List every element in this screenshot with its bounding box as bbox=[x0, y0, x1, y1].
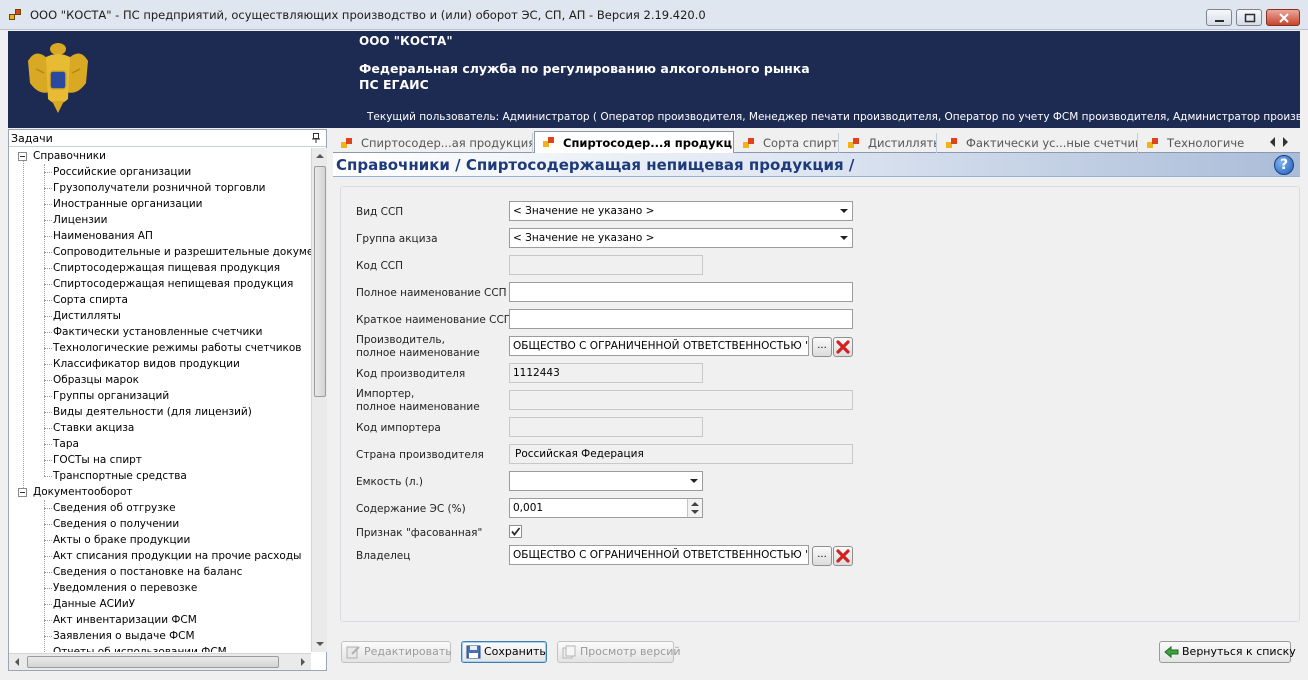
content-label: Содержание ЭС (%) bbox=[356, 503, 466, 515]
breadcrumb: Справочники / Спиртосодержащая непищевая… bbox=[336, 156, 855, 174]
stepper-buttons[interactable] bbox=[687, 499, 702, 517]
scroll-right-icon[interactable] bbox=[301, 658, 309, 666]
short-name-input[interactable] bbox=[509, 309, 853, 329]
delete-icon bbox=[836, 549, 850, 563]
producer-code-label: Код производителя bbox=[356, 368, 466, 380]
tasks-tree: Справочники Российские организации Грузо… bbox=[9, 148, 311, 652]
full-name-label: Полное наименование ССП bbox=[356, 287, 507, 299]
back-to-list-button[interactable]: Вернуться к списку bbox=[1159, 641, 1296, 663]
owner-clear-button[interactable] bbox=[833, 546, 853, 566]
tasks-panel-header: Задачи bbox=[9, 130, 326, 147]
importer-label-line1: Импортер, bbox=[356, 388, 415, 400]
tab-icon bbox=[1147, 138, 1159, 149]
banner-system: ПС ЕГАИС bbox=[359, 77, 429, 92]
emblem-icon bbox=[28, 43, 88, 113]
content-stepper[interactable]: 0,001 bbox=[509, 498, 703, 518]
chevron-down-icon bbox=[840, 236, 848, 240]
tab-icon bbox=[743, 138, 755, 149]
packed-label: Признак "фасованная" bbox=[356, 527, 483, 539]
close-window-button[interactable] bbox=[1266, 9, 1300, 26]
collapse-icon[interactable] bbox=[18, 152, 27, 161]
importer-code-field bbox=[509, 417, 703, 437]
producer-clear-button[interactable] bbox=[833, 337, 853, 357]
scroll-down-icon[interactable] bbox=[316, 642, 324, 650]
back-arrow-icon bbox=[1164, 645, 1179, 659]
owner-browse-button[interactable]: ... bbox=[812, 546, 832, 566]
maximize-button[interactable] bbox=[1236, 9, 1262, 26]
tasks-horizontal-scrollbar[interactable] bbox=[9, 653, 311, 670]
tab-distillyaty[interactable]: Дистилляты bbox=[840, 133, 937, 153]
gruppa-akciza-select[interactable]: < Значение не указано > bbox=[509, 228, 853, 248]
tab-schetchiki[interactable]: Фактически ус...ные счетчики bbox=[938, 133, 1138, 153]
full-name-input[interactable] bbox=[509, 282, 853, 302]
scroll-left-icon[interactable] bbox=[11, 658, 19, 666]
scroll-thumb[interactable] bbox=[314, 166, 326, 397]
tree-group-label: Документооборот bbox=[33, 486, 133, 498]
short-name-label: Краткое наименование ССП bbox=[356, 314, 512, 326]
tasks-panel: Задачи Справочники Российские организаци… bbox=[8, 129, 327, 671]
header-banner: ООО "КОСТА" Федеральная служба по регули… bbox=[8, 31, 1300, 128]
tab-scroll-left-icon[interactable] bbox=[1265, 137, 1275, 147]
country-label: Страна производителя bbox=[356, 449, 484, 461]
producer-field[interactable]: ОБЩЕСТВО С ОГРАНИЧЕННОЙ ОТВЕТСТВЕННОСТЬЮ… bbox=[509, 336, 809, 356]
tab-scroll-right-icon[interactable] bbox=[1283, 137, 1293, 147]
banner-service: Федеральная служба по регулированию алко… bbox=[359, 61, 810, 76]
importer-code-label: Код импортера bbox=[356, 422, 441, 434]
banner-org: ООО "КОСТА" bbox=[359, 34, 453, 48]
vid-ssp-label: Вид ССП bbox=[356, 206, 404, 218]
view-versions-button[interactable]: Просмотр версий bbox=[557, 641, 681, 663]
owner-field[interactable]: ОБЩЕСТВО С ОГРАНИЧЕННОЙ ОТВЕТСТВЕННОСТЬЮ… bbox=[509, 545, 809, 565]
tree-group-label: Справочники bbox=[33, 150, 106, 162]
producer-browse-button[interactable]: ... bbox=[812, 337, 832, 357]
tab-ssp-pishevaya[interactable]: Спиртосодер...ая продукция bbox=[333, 133, 533, 153]
producer-code-field: 1112443 bbox=[509, 363, 703, 383]
chevron-down-icon bbox=[690, 479, 698, 483]
importer-field bbox=[509, 390, 853, 410]
packed-checkbox[interactable] bbox=[509, 525, 522, 538]
capacity-label: Емкость (л.) bbox=[356, 476, 423, 488]
edit-button[interactable]: Редактировать bbox=[341, 641, 452, 663]
window-title: ООО "КОСТА" - ПС предприятий, осуществля… bbox=[30, 8, 706, 22]
versions-icon bbox=[562, 645, 576, 659]
owner-label: Владелец bbox=[356, 550, 411, 562]
vid-ssp-select[interactable]: < Значение не указано > bbox=[509, 201, 853, 221]
kod-ssp-label: Код ССП bbox=[356, 260, 404, 272]
producer-label-line2: полное наименование bbox=[356, 347, 480, 359]
tasks-vertical-scrollbar[interactable] bbox=[311, 148, 327, 652]
kod-ssp-field bbox=[509, 255, 703, 275]
help-icon[interactable]: ? bbox=[1274, 155, 1294, 175]
gruppa-akciza-label: Группа акциза bbox=[356, 233, 438, 245]
window-title-bar[interactable]: ООО "КОСТА" - ПС предприятий, осуществля… bbox=[0, 0, 1308, 30]
chevron-down-icon bbox=[840, 209, 848, 213]
scroll-up-icon[interactable] bbox=[316, 150, 324, 158]
save-button[interactable]: Сохранить bbox=[461, 641, 547, 663]
country-field: Российская Федерация bbox=[509, 444, 853, 464]
tab-icon bbox=[946, 138, 958, 149]
tasks-panel-title: Задачи bbox=[11, 132, 53, 145]
tab-tehnologicheskie[interactable]: Технологиче bbox=[1139, 133, 1261, 153]
minimize-button[interactable] bbox=[1206, 9, 1232, 26]
capacity-select[interactable] bbox=[509, 471, 703, 491]
delete-icon bbox=[836, 340, 850, 354]
scroll-thumb[interactable] bbox=[27, 656, 279, 668]
tab-icon bbox=[341, 138, 353, 149]
producer-label-line1: Производитель, bbox=[356, 334, 445, 346]
document-tabs: Спиртосодер...ая продукция Спиртосодер..… bbox=[333, 131, 1300, 154]
importer-label-line2: полное наименование bbox=[356, 401, 480, 413]
tab-ssp-nepishevaya[interactable]: Спиртосодер...я продукция bbox=[534, 131, 734, 154]
page-header: Справочники / Спиртосодержащая непищевая… bbox=[333, 153, 1300, 177]
checkmark-icon bbox=[511, 527, 521, 536]
tab-icon bbox=[543, 137, 555, 148]
current-user-label: Текущий пользователь: Администратор ( Оп… bbox=[367, 111, 1300, 123]
tab-sorta-spirta[interactable]: Сорта спирта bbox=[735, 133, 839, 153]
edit-icon bbox=[346, 646, 360, 659]
stepper-down-icon[interactable] bbox=[691, 510, 699, 514]
stepper-up-icon[interactable] bbox=[691, 502, 699, 506]
pin-icon[interactable] bbox=[312, 133, 320, 143]
collapse-icon[interactable] bbox=[18, 488, 27, 497]
save-icon bbox=[466, 645, 481, 659]
app-icon bbox=[9, 9, 23, 21]
tab-icon bbox=[848, 138, 860, 149]
